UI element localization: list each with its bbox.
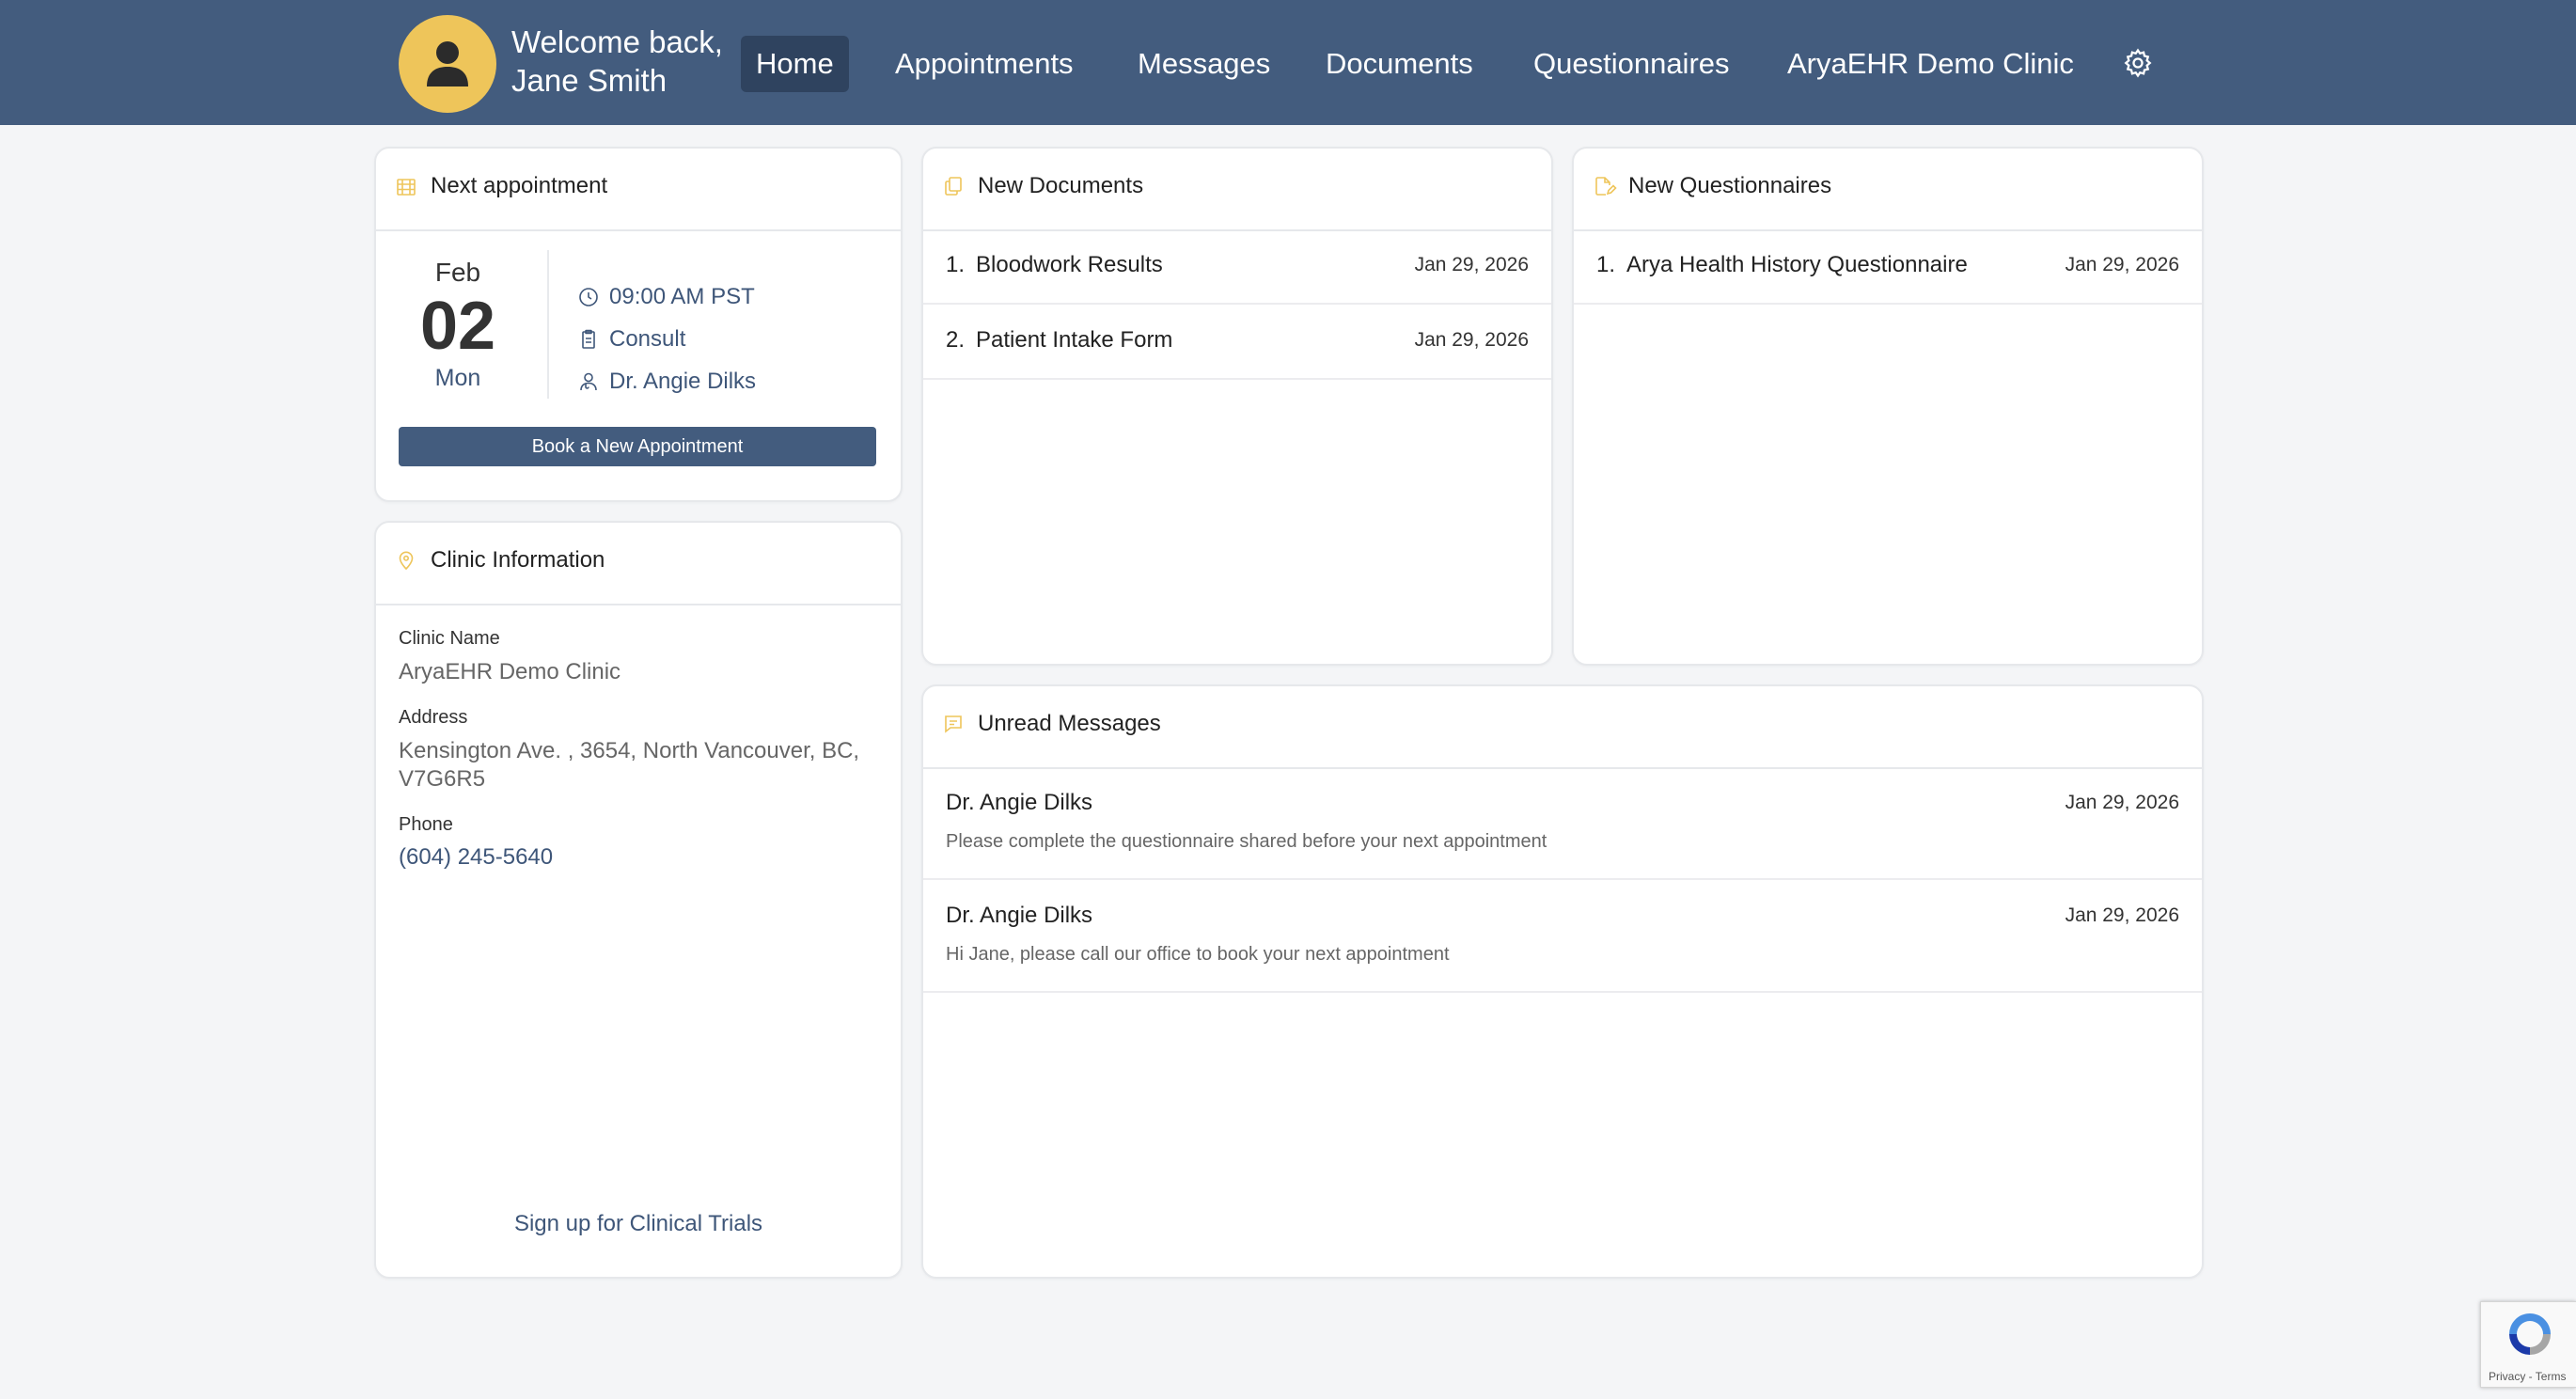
- document-name[interactable]: Bloodwork Results: [976, 252, 1163, 278]
- list-item[interactable]: 1. Arya Health History Questionnaire Jan…: [1574, 229, 2202, 305]
- message-sender: Dr. Angie Dilks: [946, 903, 1093, 928]
- questionnaire-name[interactable]: Arya Health History Questionnaire: [1626, 252, 1968, 278]
- phone-label: Phone: [399, 814, 453, 835]
- clock-icon: [579, 288, 598, 307]
- card-header: New Documents: [923, 149, 1551, 231]
- gear-icon[interactable]: [2122, 47, 2154, 79]
- clinic-name-label: Clinic Name: [399, 628, 500, 649]
- item-date: Jan 29, 2026: [1414, 254, 1529, 275]
- item-number: 1.: [946, 252, 966, 277]
- nav-appointments[interactable]: Appointments: [895, 36, 1074, 92]
- doctor-icon: [580, 372, 597, 391]
- message-sender: Dr. Angie Dilks: [946, 790, 1093, 815]
- message-item[interactable]: Dr. Angie Dilks Jan 29, 2026 Hi Jane, pl…: [923, 880, 2202, 993]
- card-header: Clinic Information: [376, 523, 901, 605]
- clipboard-icon: [582, 329, 595, 349]
- clinical-trials-link[interactable]: Sign up for Clinical Trials: [376, 1211, 901, 1237]
- user-icon: [427, 41, 468, 86]
- appointment-type-text: Consult: [609, 326, 686, 352]
- card-title: Unread Messages: [978, 711, 1161, 736]
- new-documents-card: New Documents 1. Bloodwork Results Jan 2…: [921, 147, 1553, 666]
- clinic-name-value: AryaEHR Demo Clinic: [399, 659, 621, 684]
- document-name[interactable]: Patient Intake Form: [976, 327, 1172, 354]
- card-title: Clinic Information: [431, 547, 605, 573]
- nav-home[interactable]: Home: [741, 36, 849, 92]
- recaptcha-links[interactable]: Privacy - Terms: [2489, 1370, 2566, 1383]
- nav-messages[interactable]: Messages: [1138, 36, 1270, 92]
- book-appointment-button[interactable]: Book a New Appointment: [399, 427, 876, 466]
- list-item[interactable]: 1. Bloodwork Results Jan 29, 2026: [923, 229, 1551, 305]
- address-value: Kensington Ave. , 3654, North Vancouver,…: [399, 738, 860, 792]
- item-date: Jan 29, 2026: [1414, 329, 1529, 351]
- file-edit-icon: [1595, 177, 1617, 196]
- card-header: New Questionnaires: [1574, 149, 2202, 231]
- card-title: Next appointment: [431, 173, 608, 198]
- appointment-date: Feb 02 Mon: [406, 257, 510, 392]
- appointment-day: 02: [419, 289, 496, 364]
- avatar[interactable]: [399, 15, 496, 113]
- item-number: 2.: [946, 327, 966, 353]
- map-pin-icon: [399, 551, 414, 571]
- nav-documents[interactable]: Documents: [1326, 36, 1473, 92]
- nav-questionnaires[interactable]: Questionnaires: [1533, 36, 1730, 92]
- next-appointment-card: Next appointment Feb 02 Mon 09:00 AM PST…: [374, 147, 903, 502]
- recaptcha-badge[interactable]: Privacy - Terms: [2480, 1301, 2576, 1388]
- divider: [547, 250, 549, 399]
- chat-icon: [945, 715, 962, 733]
- appointment-provider-text: Dr. Angie Dilks: [609, 369, 757, 394]
- message-date: Jan 29, 2026: [2065, 792, 2179, 813]
- message-date: Jan 29, 2026: [2065, 904, 2179, 926]
- appointment-month: Feb: [434, 258, 481, 287]
- new-questionnaires-card: New Questionnaires 1. Arya Health Histor…: [1572, 147, 2204, 666]
- unread-messages-card: Unread Messages Dr. Angie Dilks Jan 29, …: [921, 684, 2204, 1279]
- welcome-message: Welcome back, Jane Smith: [511, 23, 723, 100]
- recaptcha-icon: [2509, 1313, 2551, 1355]
- welcome-greeting: Welcome back,: [511, 24, 723, 59]
- message-item[interactable]: Dr. Angie Dilks Jan 29, 2026 Please comp…: [923, 767, 2202, 880]
- nav-clinic[interactable]: AryaEHR Demo Clinic: [1787, 36, 2074, 92]
- appointment-time-text: 09:00 AM PST: [609, 284, 755, 309]
- user-name: Jane Smith: [511, 63, 668, 98]
- appointment-weekday: Mon: [434, 365, 481, 391]
- calendar-icon: [397, 179, 416, 196]
- card-header: Next appointment: [376, 149, 901, 231]
- item-number: 1.: [1596, 252, 1616, 277]
- copy-icon: [945, 177, 962, 196]
- address-label: Address: [399, 707, 468, 728]
- item-date: Jan 29, 2026: [2065, 254, 2179, 275]
- phone-link[interactable]: (604) 245-5640: [399, 844, 553, 871]
- top-navigation-bar: Welcome back, Jane Smith Home Appointmen…: [0, 0, 2576, 125]
- card-title: New Questionnaires: [1628, 173, 1832, 198]
- message-preview: Hi Jane, please call our office to book …: [946, 944, 1450, 965]
- card-header: Unread Messages: [923, 686, 2202, 769]
- message-preview: Please complete the questionnaire shared…: [946, 831, 1547, 852]
- card-title: New Documents: [978, 173, 1144, 198]
- clinic-information-card: Clinic Information Clinic Name AryaEHR D…: [374, 521, 903, 1279]
- list-item[interactable]: 2. Patient Intake Form Jan 29, 2026: [923, 305, 1551, 380]
